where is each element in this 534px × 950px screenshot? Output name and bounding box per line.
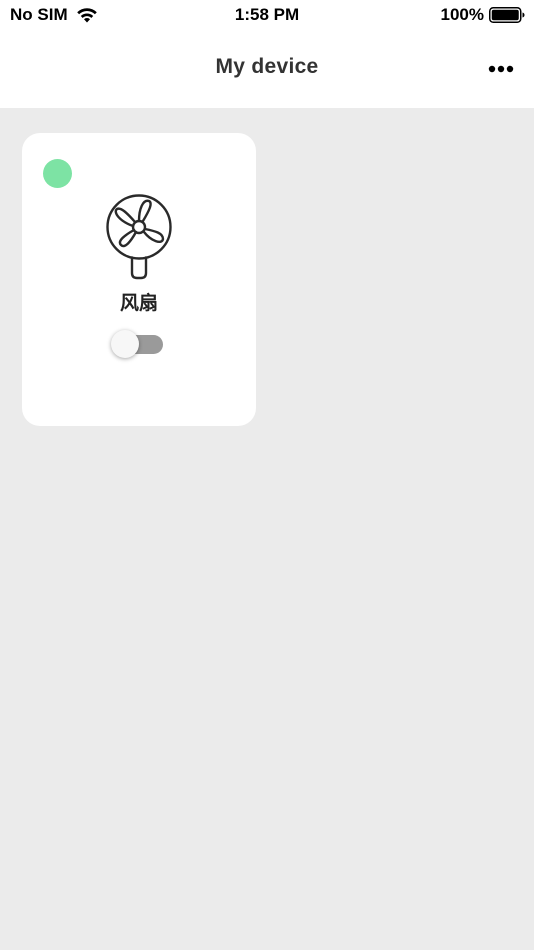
battery-percent: 100%: [440, 5, 484, 24]
device-name: 风扇: [119, 293, 158, 314]
fan-icon: [106, 194, 172, 280]
battery-status: 100%: [441, 5, 525, 25]
toggle-thumb: [111, 330, 139, 358]
ellipsis-icon: [488, 65, 514, 73]
more-options-button[interactable]: [486, 54, 516, 84]
device-card-fan[interactable]: 风扇: [22, 133, 256, 426]
navigation-bar: My device: [0, 32, 534, 108]
device-list: 风扇: [0, 108, 534, 950]
page-title: My device: [215, 55, 319, 78]
screen: No SIM 1:58 PM 100% My device 风扇: [0, 0, 534, 950]
online-status-indicator: [43, 159, 72, 188]
device-power-toggle[interactable]: [111, 330, 163, 360]
status-bar: No SIM 1:58 PM 100%: [0, 0, 534, 32]
battery-icon: [489, 7, 525, 23]
